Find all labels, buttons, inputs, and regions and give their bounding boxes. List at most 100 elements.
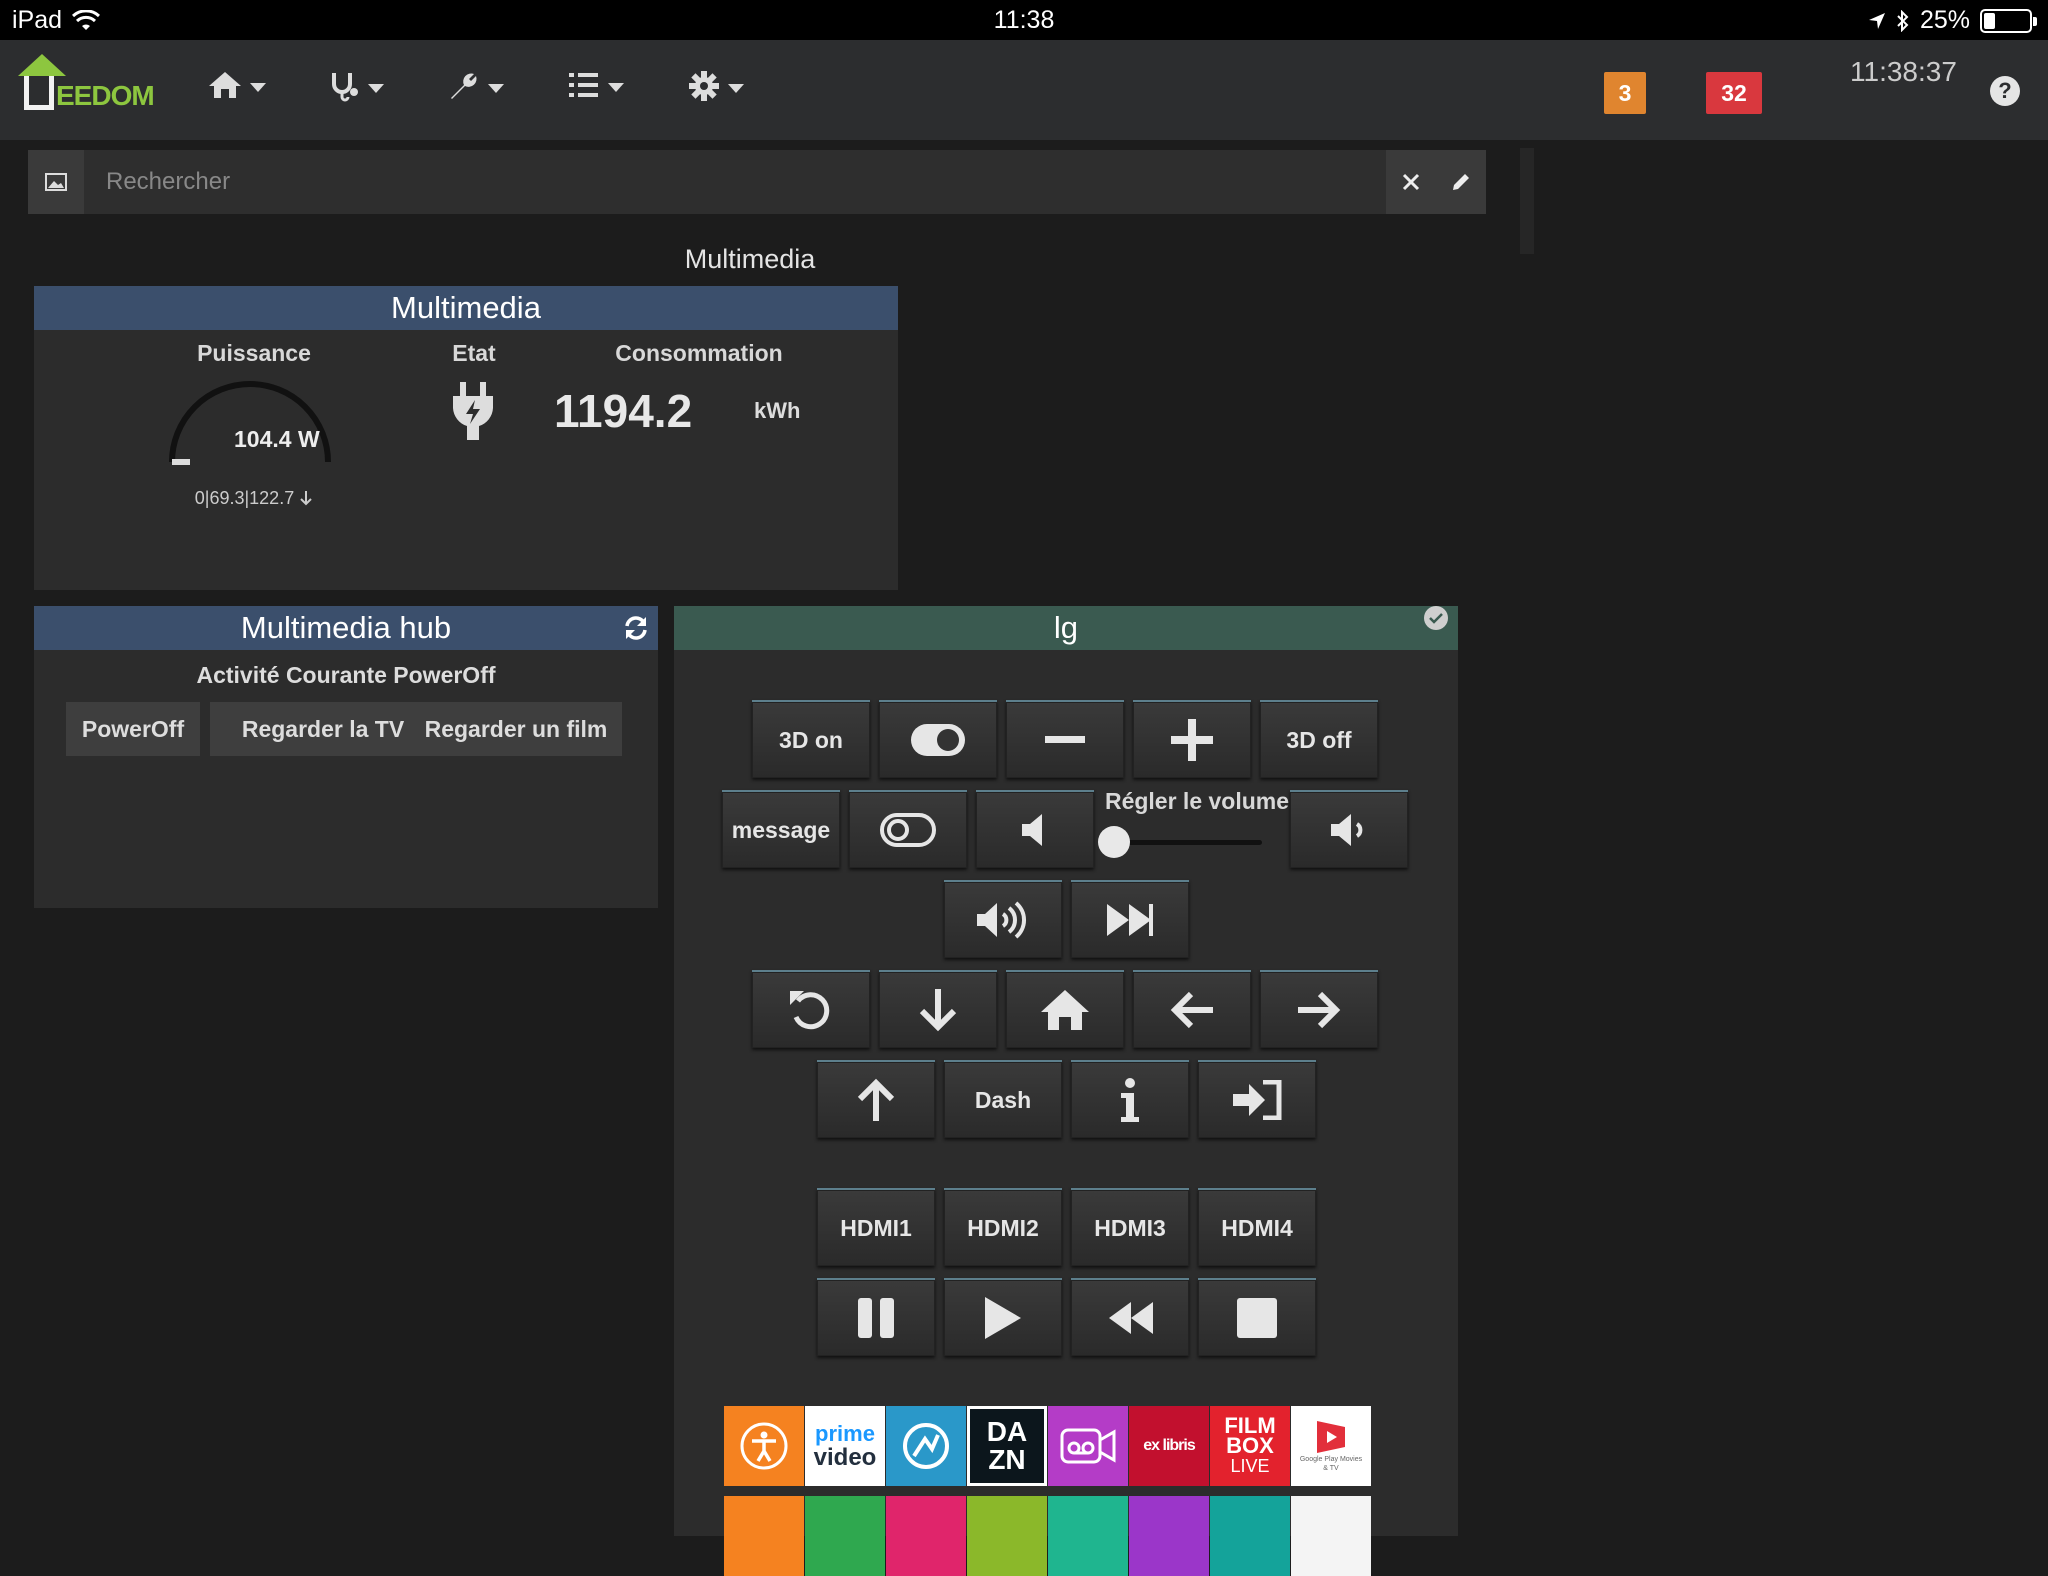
app-tile[interactable] xyxy=(1291,1496,1371,1576)
wrench-icon xyxy=(451,73,477,99)
btn-input[interactable] xyxy=(1198,1060,1316,1138)
btn-back[interactable] xyxy=(752,970,870,1048)
volume-label: Régler le volume xyxy=(1104,788,1290,814)
help-icon[interactable]: ? xyxy=(1990,76,2020,106)
widget-title[interactable]: lg xyxy=(674,606,1458,650)
btn-dash[interactable]: Dash xyxy=(944,1060,1062,1138)
menu-analysis[interactable] xyxy=(328,70,384,102)
stop-icon xyxy=(1237,1298,1277,1338)
widget-multimedia-hub: Multimedia hub Activité Courante PowerOf… xyxy=(34,606,658,908)
power-gauge xyxy=(169,381,331,465)
btn-stop[interactable] xyxy=(1198,1278,1316,1356)
btn-left[interactable] xyxy=(1133,970,1251,1048)
status-time: 11:38 xyxy=(993,6,1055,34)
btn-fast-forward[interactable] xyxy=(1071,880,1189,958)
btn-3d-on[interactable]: 3D on xyxy=(752,700,870,778)
search-input[interactable] xyxy=(84,150,1410,214)
scroll-area xyxy=(1520,148,1534,254)
rewind-icon xyxy=(1109,1302,1153,1334)
app-dazn[interactable]: DA ZN xyxy=(967,1406,1047,1486)
btn-hdmi4[interactable]: HDMI4 xyxy=(1198,1188,1316,1266)
widget-multimedia-power: Multimedia Puissance 104.4 W 0|69.3|122.… xyxy=(34,286,898,590)
btn-play[interactable] xyxy=(944,1278,1062,1356)
hub-watch-tv-button[interactable]: Regarder la TV xyxy=(210,702,436,756)
btn-down[interactable] xyxy=(879,970,997,1048)
globe-icon xyxy=(903,1423,949,1469)
puissance-value: 104.4 W xyxy=(234,426,320,452)
btn-volume-up[interactable] xyxy=(944,880,1062,958)
app-browser[interactable] xyxy=(886,1406,966,1486)
puissance-label: Puissance xyxy=(197,340,311,366)
app-tile[interactable] xyxy=(886,1496,966,1576)
etat-label: Etat xyxy=(452,340,496,366)
home-icon xyxy=(209,72,241,98)
app-accessibility[interactable] xyxy=(724,1406,804,1486)
search-clear-button[interactable] xyxy=(1386,150,1436,214)
btn-hdmi1[interactable]: HDMI1 xyxy=(817,1188,935,1266)
widget-title[interactable]: Multimedia xyxy=(34,286,898,330)
hub-watch-film-button[interactable]: Regarder un film xyxy=(410,702,622,756)
app-prime-video[interactable]: prime video xyxy=(805,1406,885,1486)
menu-tools[interactable] xyxy=(448,70,504,102)
btn-toggle-off[interactable] xyxy=(849,790,967,868)
pencil-icon xyxy=(1453,174,1469,190)
btn-pause[interactable] xyxy=(817,1278,935,1356)
btn-3d-off[interactable]: 3D off xyxy=(1260,700,1378,778)
list-check-icon xyxy=(569,73,598,97)
btn-volume-off[interactable] xyxy=(976,790,1094,868)
app-tile[interactable] xyxy=(1129,1496,1209,1576)
search-bar xyxy=(28,150,1486,214)
jeedom-logo[interactable]: EEDOM xyxy=(18,54,155,126)
check-circle-icon[interactable] xyxy=(1424,606,1448,630)
consommation-label: Consommation xyxy=(615,340,783,366)
menu-settings[interactable] xyxy=(688,70,744,102)
edit-mode-button[interactable] xyxy=(1436,150,1486,214)
btn-message[interactable]: message xyxy=(722,790,840,868)
btn-minus[interactable] xyxy=(1006,700,1124,778)
btn-plus[interactable] xyxy=(1133,700,1251,778)
battery-percent: 25% xyxy=(1919,6,1970,34)
arrow-right-icon xyxy=(1298,991,1341,1029)
background-image-button[interactable] xyxy=(28,150,84,214)
arrow-left-icon xyxy=(1170,991,1213,1029)
btn-hdmi2[interactable]: HDMI2 xyxy=(944,1188,1062,1266)
app-tile[interactable] xyxy=(724,1496,804,1576)
app-ex-libris[interactable]: ex libris xyxy=(1129,1406,1209,1486)
app-google-play-movies[interactable]: Google Play Movies & TV xyxy=(1291,1406,1371,1486)
chevron-down-icon xyxy=(368,83,384,93)
consommation-value: 1194.2 xyxy=(554,385,693,437)
volume-slider-track[interactable] xyxy=(1114,840,1262,845)
btn-up[interactable] xyxy=(817,1060,935,1138)
btn-volume-down[interactable] xyxy=(1290,790,1408,868)
app-tile[interactable] xyxy=(1210,1496,1290,1576)
sign-in-icon xyxy=(1233,1080,1282,1120)
btn-hdmi3[interactable]: HDMI3 xyxy=(1071,1188,1189,1266)
arrow-up-icon xyxy=(857,1078,895,1121)
btn-rewind[interactable] xyxy=(1071,1278,1189,1356)
menu-home[interactable] xyxy=(208,70,266,100)
refresh-icon[interactable] xyxy=(622,614,650,642)
app-video-recorder[interactable] xyxy=(1048,1406,1128,1486)
nav-clock: 11:38:37 xyxy=(1850,56,1957,87)
arrow-down-icon xyxy=(919,989,957,1032)
battery-icon xyxy=(1980,8,2037,33)
app-tile[interactable] xyxy=(1048,1496,1128,1576)
btn-info[interactable] xyxy=(1071,1060,1189,1138)
app-tile[interactable] xyxy=(805,1496,885,1576)
chevron-down-icon xyxy=(488,83,504,93)
btn-home[interactable] xyxy=(1006,970,1124,1048)
hub-poweroff-button[interactable]: PowerOff xyxy=(66,702,200,756)
menu-plugins[interactable] xyxy=(568,70,624,100)
btn-toggle-on[interactable] xyxy=(879,700,997,778)
fast-forward-icon xyxy=(1107,904,1153,936)
app-tile[interactable] xyxy=(967,1496,1047,1576)
update-count-badge[interactable]: 32 xyxy=(1706,72,1762,114)
consommation-unit: kWh xyxy=(754,398,801,423)
widget-title[interactable]: Multimedia hub xyxy=(34,606,658,650)
undo-icon xyxy=(790,991,830,1030)
volume-off-icon xyxy=(1022,814,1042,846)
message-count-badge[interactable]: 3 xyxy=(1604,72,1646,114)
volume-slider-thumb[interactable] xyxy=(1098,826,1130,858)
btn-right[interactable] xyxy=(1260,970,1378,1048)
app-filmbox-live[interactable]: FILM BOX LIVE xyxy=(1210,1406,1290,1486)
